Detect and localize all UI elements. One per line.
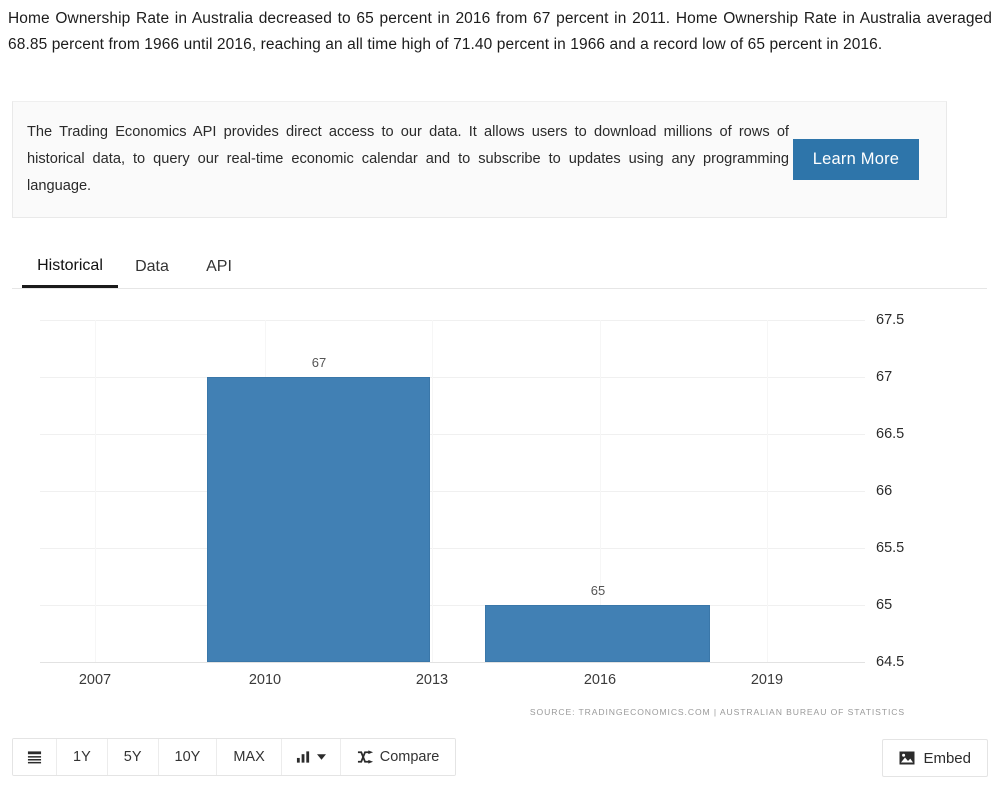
x-tick-2016: 2016 [583,672,617,688]
y-tick-66: 66 [876,483,893,499]
table-list-icon [27,750,42,765]
tab-bar: Historical Data API [12,246,987,289]
chart-toolbar: 1Y 5Y 10Y MAX Compare [12,738,457,776]
range-button-1y[interactable]: 1Y [57,739,108,775]
embed-label: Embed [923,749,971,767]
data-table-button[interactable] [13,739,57,775]
gridline-v-2007 [95,320,96,663]
gridline-h-65.5 [40,548,865,549]
y-tick-65.5: 65.5 [876,540,905,556]
chart-type-dropdown-button[interactable] [281,739,341,775]
bar-label-2011: 67 [311,355,327,370]
tab-api[interactable]: API [197,246,241,288]
bar-label-2016: 65 [590,583,606,598]
gridline-h-66.5 [40,434,865,435]
compare-label: Compare [379,749,440,765]
x-tick-2013: 2013 [415,672,449,688]
y-tick-65: 65 [876,597,893,613]
summary-paragraph: Home Ownership Rate in Australia decreas… [8,10,992,53]
tab-data[interactable]: Data [127,246,177,288]
y-tick-64.5: 64.5 [876,654,905,670]
x-tick-2007: 2007 [78,672,112,688]
image-icon [899,751,915,765]
tab-historical[interactable]: Historical [22,246,118,288]
chart-plot-area[interactable]: 67 65 [40,320,865,663]
range-button-10y[interactable]: 10Y [158,739,218,775]
gridline-h-65 [40,605,865,606]
gridline-h-67.5 [40,320,865,321]
gridline-v-2013 [432,320,433,663]
y-tick-66.5: 66.5 [876,426,905,442]
chart-container: 67 65 67.5 67 66.5 66 65.5 65 64.5 2007 … [0,295,1000,730]
chart-source-credit: SOURCE: TRADINGECONOMICS.COM | AUSTRALIA… [529,707,905,717]
y-tick-67: 67 [876,369,893,385]
shuffle-icon [357,750,374,764]
x-tick-2019: 2019 [750,672,784,688]
y-tick-67.5: 67.5 [876,312,905,328]
chevron-down-icon [316,754,326,760]
api-promo-text: The Trading Economics API provides direc… [27,124,789,194]
x-tick-2010: 2010 [248,672,282,688]
api-promo-box: The Trading Economics API provides direc… [12,101,947,218]
gridline-v-2019 [767,320,768,663]
learn-more-button[interactable]: Learn More [793,139,919,180]
range-button-5y[interactable]: 5Y [107,739,159,775]
bar-2011[interactable] [207,377,430,662]
compare-button[interactable]: Compare [340,739,456,775]
range-button-max[interactable]: MAX [217,739,282,775]
bar-chart-icon [296,750,311,764]
gridline-h-66 [40,491,865,492]
gridline-h-67 [40,377,865,378]
bar-2016[interactable] [485,605,710,662]
x-axis-line [40,662,865,663]
embed-button[interactable]: Embed [882,739,988,777]
